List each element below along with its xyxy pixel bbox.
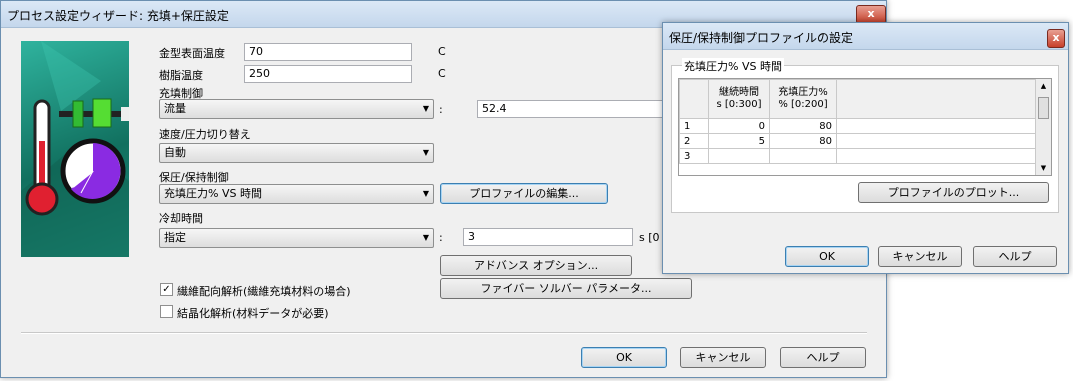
melt-temp-unit: C <box>438 67 446 80</box>
thermometer-icon <box>25 99 59 216</box>
illustration-graphic <box>21 41 129 257</box>
cooling-time-value: 指定 <box>164 231 186 244</box>
wizard-cancel-button[interactable]: キャンセル <box>680 347 766 368</box>
profile-dialog: 保圧/保持制御プロファイルの設定 x 充填圧力% VS 時間 継続時間 s [0… <box>662 22 1069 274</box>
profile-cancel-button[interactable]: キャンセル <box>878 246 962 267</box>
wizard-help-button[interactable]: ヘルプ <box>780 347 866 368</box>
empty-cell <box>836 148 1046 164</box>
time-cell[interactable]: 5 <box>708 133 770 149</box>
melt-temp-label: 樹脂温度 <box>159 69 203 82</box>
combo-arrow-icon: ▼ <box>422 148 429 157</box>
table-row[interactable]: 3 <box>679 148 1046 164</box>
edit-profile-button[interactable]: プロファイルの編集... <box>440 183 608 204</box>
combo-arrow-icon: ▼ <box>422 233 429 242</box>
profile-close-button[interactable]: x <box>1047 29 1065 48</box>
pressure-cell[interactable]: 80 <box>769 133 837 149</box>
profile-titlebar[interactable]: 保圧/保持制御プロファイルの設定 x <box>663 23 1068 50</box>
profile-ok-button[interactable]: OK <box>785 246 869 267</box>
row-number: 3 <box>679 148 709 164</box>
process-illustration <box>21 41 129 257</box>
empty-cell <box>836 118 1046 134</box>
cooling-time-select[interactable]: 指定 ▼ <box>159 228 434 248</box>
cooling-time-unit: s [0 <box>639 231 660 244</box>
fiber-orientation-label: 繊維配向解析(繊維充填材料の場合) <box>177 285 351 298</box>
profile-table-wrap: 継続時間 s [0:300] 充填圧力% % [0:200] 1 0 80 2 … <box>678 78 1052 176</box>
table-scrollbar[interactable]: ▲ ▼ <box>1035 79 1051 175</box>
combo-arrow-icon: ▼ <box>422 189 429 198</box>
table-row[interactable]: 2 5 80 <box>679 133 1046 149</box>
scroll-down-arrow[interactable]: ▼ <box>1036 161 1051 175</box>
row-number: 2 <box>679 133 709 149</box>
wizard-ok-button[interactable]: OK <box>581 347 667 368</box>
advanced-options-button[interactable]: アドバンス オプション... <box>440 255 632 276</box>
crystallization-checkbox[interactable] <box>160 305 173 318</box>
scroll-thumb[interactable] <box>1038 97 1049 119</box>
fill-control-select[interactable]: 流量 ▼ <box>159 99 434 119</box>
pressure-cell[interactable]: 80 <box>769 118 837 134</box>
cooling-time-input[interactable]: 3 <box>463 228 633 246</box>
empty-cell <box>836 133 1046 149</box>
fill-control-colon: : <box>439 103 443 116</box>
row-number: 1 <box>679 118 709 134</box>
melt-temp-input[interactable]: 250 <box>244 65 412 83</box>
profile-help-button[interactable]: ヘルプ <box>973 246 1057 267</box>
profile-title: 保圧/保持制御プロファイルの設定 <box>669 31 854 45</box>
scroll-up-arrow[interactable]: ▲ <box>1036 79 1051 93</box>
cooling-time-colon: : <box>439 231 443 244</box>
profile-table-header: 継続時間 s [0:300] 充填圧力% % [0:200] <box>679 79 1046 119</box>
cooling-time-label: 冷却時間 <box>159 212 203 225</box>
time-cell[interactable]: 0 <box>708 118 770 134</box>
pack-control-select[interactable]: 充填圧力% VS 時間 ▼ <box>159 184 434 204</box>
pressure-header-line1: 充填圧力% <box>778 87 828 98</box>
mold-temp-label: 金型表面温度 <box>159 47 225 60</box>
pressure-header-line2: % [0:200] <box>778 99 828 110</box>
row-num-header <box>679 79 709 119</box>
profile-group: 充填圧力% VS 時間 継続時間 s [0:300] 充填圧力% % [0:20… <box>671 58 1059 213</box>
pressure-cell[interactable] <box>769 148 837 164</box>
table-row[interactable]: 1 0 80 <box>679 118 1046 134</box>
pack-control-label: 保圧/保持制御 <box>159 171 229 184</box>
profile-group-label: 充填圧力% VS 時間 <box>682 58 784 74</box>
fill-rate-input[interactable]: 52.4 <box>477 100 667 118</box>
vp-switch-label: 速度/圧力切り替え <box>159 128 251 141</box>
fiber-orientation-checkbox[interactable]: ✓ <box>160 283 173 296</box>
time-column-header: 継続時間 s [0:300] <box>708 79 770 119</box>
mold-temp-unit: C <box>438 45 446 58</box>
time-cell[interactable] <box>708 148 770 164</box>
crystallization-label: 結晶化解析(材料データが必要) <box>177 307 329 320</box>
time-header-line1: 継続時間 <box>719 87 759 98</box>
fiber-solver-button[interactable]: ファイバー ソルバー パラメータ... <box>440 278 692 299</box>
mold-temp-input[interactable]: 70 <box>244 43 412 61</box>
empty-column-header <box>836 79 1046 119</box>
profile-table: 継続時間 s [0:300] 充填圧力% % [0:200] 1 0 80 2 … <box>679 79 1046 164</box>
time-header-line2: s [0:300] <box>716 99 762 110</box>
wizard-title: プロセス設定ウィザード: 充填+保圧設定 <box>7 9 229 23</box>
pressure-column-header: 充填圧力% % [0:200] <box>769 79 837 119</box>
plot-profile-button[interactable]: プロファイルのプロット... <box>858 182 1049 203</box>
pack-control-value: 充填圧力% VS 時間 <box>164 187 262 200</box>
fill-control-value: 流量 <box>164 102 186 115</box>
footer-separator <box>21 332 867 334</box>
vp-switch-value: 自動 <box>164 146 186 159</box>
clock-icon <box>60 138 126 204</box>
combo-arrow-icon: ▼ <box>422 104 429 113</box>
vp-switch-select[interactable]: 自動 ▼ <box>159 143 434 163</box>
